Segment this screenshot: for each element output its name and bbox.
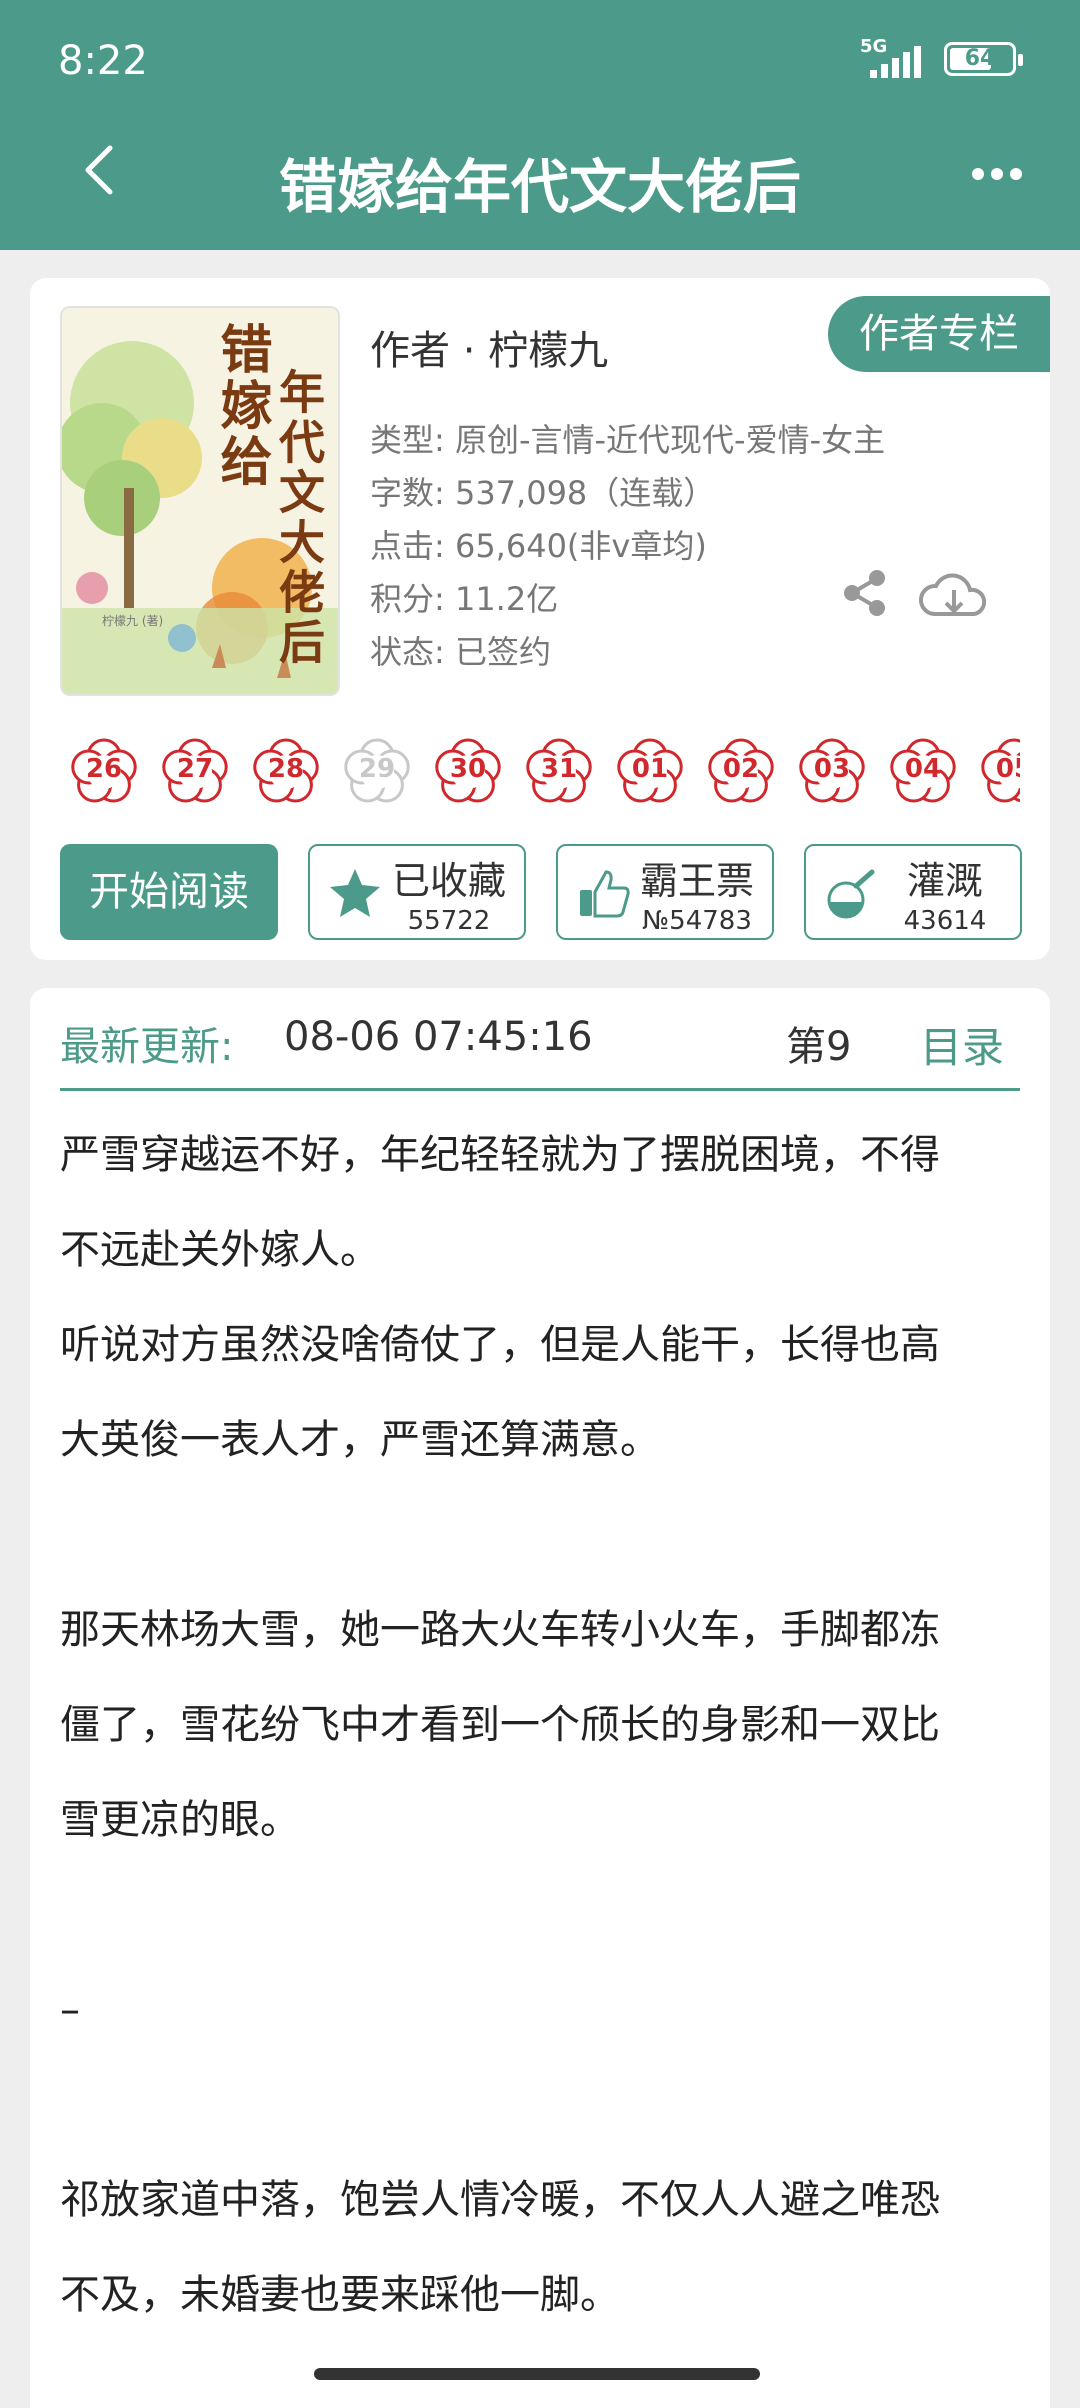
calendar-day-label: 02 xyxy=(722,754,760,784)
star-icon xyxy=(330,869,380,917)
favorite-count: 55722 xyxy=(407,906,491,936)
book-cover[interactable]: 错嫁给 年代文大佬后 柠檬九 (著) xyxy=(60,306,340,696)
synopsis-line: 严雪穿越运不好，年纪轻轻就为了摆脱困境，不得 xyxy=(60,1132,940,1178)
calendar-day-badge[interactable]: 03 xyxy=(794,732,870,808)
synopsis-line: 不远赴关外嫁人。 xyxy=(60,1227,380,1273)
synopsis-line: – xyxy=(60,1987,80,2033)
synopsis-line: 祁放家道中落，饱尝人情冷暖，不仅人人避之唯恐 xyxy=(60,2177,940,2223)
book-meta: 类型: 原创-言情-近代现代-爱情-女主 字数: 537,098（连载） 点击:… xyxy=(370,414,885,679)
synopsis-line xyxy=(60,1868,1022,1963)
calendar-day-label: 28 xyxy=(267,754,305,784)
vote-button[interactable]: 霸王票 №54783 xyxy=(556,844,774,940)
author-column-button[interactable]: 作者专栏 xyxy=(828,296,1050,372)
calendar-day-label: 30 xyxy=(449,754,487,784)
start-reading-button[interactable]: 开始阅读 xyxy=(60,844,278,940)
author-name[interactable]: 作者 · 柠檬九 xyxy=(370,318,608,376)
calendar-day-label: 04 xyxy=(904,754,942,784)
table-of-contents-button[interactable]: 目录 xyxy=(920,1014,1004,1075)
vote-label: 霸王票 xyxy=(639,859,754,903)
calendar-day-label: 29 xyxy=(358,754,396,784)
thumbs-up-icon xyxy=(580,870,630,918)
meta-word-count: 字数: 537,098（连载） xyxy=(370,474,716,512)
book-info-card: 错嫁给 年代文大佬后 柠檬九 (著) 作者 · 柠檬九 作者专栏 类型: 原创-… xyxy=(30,278,1050,960)
nourish-label: 灌溉 xyxy=(906,859,983,903)
more-button[interactable] xyxy=(972,168,1022,180)
calendar-day-label: 05 xyxy=(995,754,1020,784)
favorite-button[interactable]: 已收藏 55722 xyxy=(308,844,526,940)
synopsis-line: 大英俊一表人才，严雪还算满意。 xyxy=(60,1417,660,1463)
meta-points: 积分: 11.2亿 xyxy=(370,580,559,618)
calendar-day-badge[interactable]: 04 xyxy=(885,732,961,808)
calendar-day-badge[interactable]: 02 xyxy=(703,732,779,808)
calendar-day-badge[interactable]: 31 xyxy=(521,732,597,808)
calendar-day-badge[interactable]: 26 xyxy=(66,732,142,808)
signal-icon: 5G xyxy=(860,36,930,78)
nourish-button[interactable]: 灌溉 43614 xyxy=(804,844,1022,940)
nourish-count: 43614 xyxy=(903,906,987,936)
calendar-day-badge[interactable]: 05 xyxy=(976,732,1020,808)
download-button[interactable] xyxy=(914,566,994,626)
synopsis-card: 最新更新: 08-06 07:45:16 第9 目录 严雪穿越运不好，年纪轻轻就… xyxy=(30,988,1050,2408)
more-dot-icon xyxy=(972,168,984,180)
synopsis-line: 听说对方虽然没啥倚仗了，但是人能干，长得也高 xyxy=(60,1322,940,1368)
synopsis-line: 不及，未婚妻也要来踩他一脚。 xyxy=(60,2272,620,2318)
battery-level: 64 xyxy=(964,46,996,71)
latest-update-time: 08-06 07:45:16 xyxy=(284,1014,593,1060)
vote-count: №54783 xyxy=(642,906,752,936)
status-time: 8:22 xyxy=(58,38,148,84)
latest-chapter[interactable]: 第9 xyxy=(786,1014,851,1072)
synopsis-line: 那天林场大雪，她一路大火车转小火车，手脚都冻 xyxy=(60,1607,940,1653)
calendar-day-badge[interactable]: 30 xyxy=(430,732,506,808)
synopsis-line: 僵了，雪花纷飞中才看到一个颀长的身影和一双比 xyxy=(60,1702,940,1748)
home-indicator[interactable] xyxy=(314,2368,760,2380)
divider xyxy=(60,1088,1020,1091)
status-icons: 5G 64 xyxy=(860,36,1023,78)
synopsis-line xyxy=(60,1488,1022,1583)
watering-flask-icon xyxy=(827,869,875,919)
favorite-label: 已收藏 xyxy=(391,859,506,903)
share-button[interactable] xyxy=(840,568,890,618)
synopsis-line: 雪更凉的眼。 xyxy=(60,1797,300,1843)
calendar-day-label: 26 xyxy=(85,754,123,784)
latest-update-label: 最新更新: xyxy=(60,1024,234,1070)
calendar-day-badge[interactable]: 29 xyxy=(339,732,415,808)
cover-author: 柠檬九 (著) xyxy=(102,614,164,628)
synopsis-text: 严雪穿越运不好，年纪轻轻就为了摆脱困境，不得 不远赴关外嫁人。 听说对方虽然没啥… xyxy=(60,1108,1022,2343)
calendar-day-badge[interactable]: 27 xyxy=(157,732,233,808)
calendar-day-label: 01 xyxy=(631,754,669,784)
cover-title-line2: 年代文大佬后 xyxy=(272,368,326,668)
calendar-day-label: 03 xyxy=(813,754,851,784)
meta-genre: 类型: 原创-言情-近代现代-爱情-女主 xyxy=(370,421,886,459)
cloud-download-icon xyxy=(918,573,987,616)
update-calendar: 26 27 28 29 30 31 01 02 03 04 05 xyxy=(66,732,1020,816)
meta-status: 状态: 已签约 xyxy=(370,633,551,671)
calendar-day-badge[interactable]: 01 xyxy=(612,732,688,808)
page-title: 错嫁给年代文大佬后 xyxy=(278,153,801,221)
calendar-day-label: 31 xyxy=(540,754,578,784)
more-dot-icon xyxy=(1010,168,1022,180)
calendar-day-label: 27 xyxy=(176,754,214,784)
meta-clicks: 点击: 65,640(非v章均) xyxy=(370,527,707,565)
share-icon xyxy=(844,570,885,616)
app-header: 8:22 5G 64 错嫁给年代文大佬后 xyxy=(0,0,1080,250)
battery-icon: 64 xyxy=(944,42,1023,76)
synopsis-line xyxy=(60,2058,1022,2153)
calendar-day-badge[interactable]: 28 xyxy=(248,732,324,808)
more-dot-icon xyxy=(991,168,1003,180)
